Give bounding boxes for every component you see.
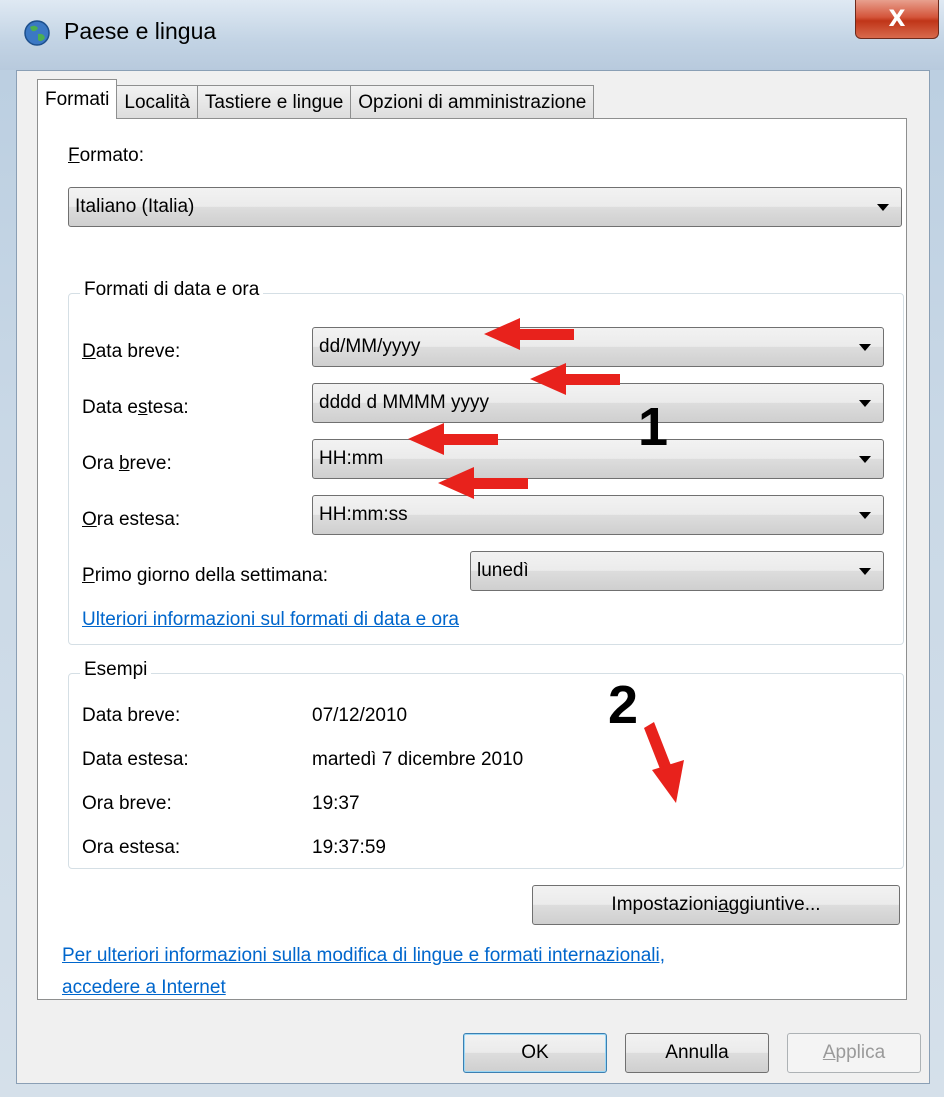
annotation-arrow-down-right — [644, 722, 684, 803]
annotation-arrow-left — [484, 318, 574, 350]
annotation-arrow-left — [438, 467, 528, 499]
annotation-arrow-left — [408, 423, 498, 455]
dialog-window: Paese e lingua X Formati Località Tastie… — [0, 0, 944, 1097]
tab-formati[interactable]: Formati — [37, 79, 118, 119]
annotation-arrow-left — [530, 363, 620, 395]
annotation-number-2: 2 — [608, 675, 639, 735]
annotation-number-1: 1 — [638, 397, 669, 457]
annotation-overlay — [408, 318, 684, 803]
